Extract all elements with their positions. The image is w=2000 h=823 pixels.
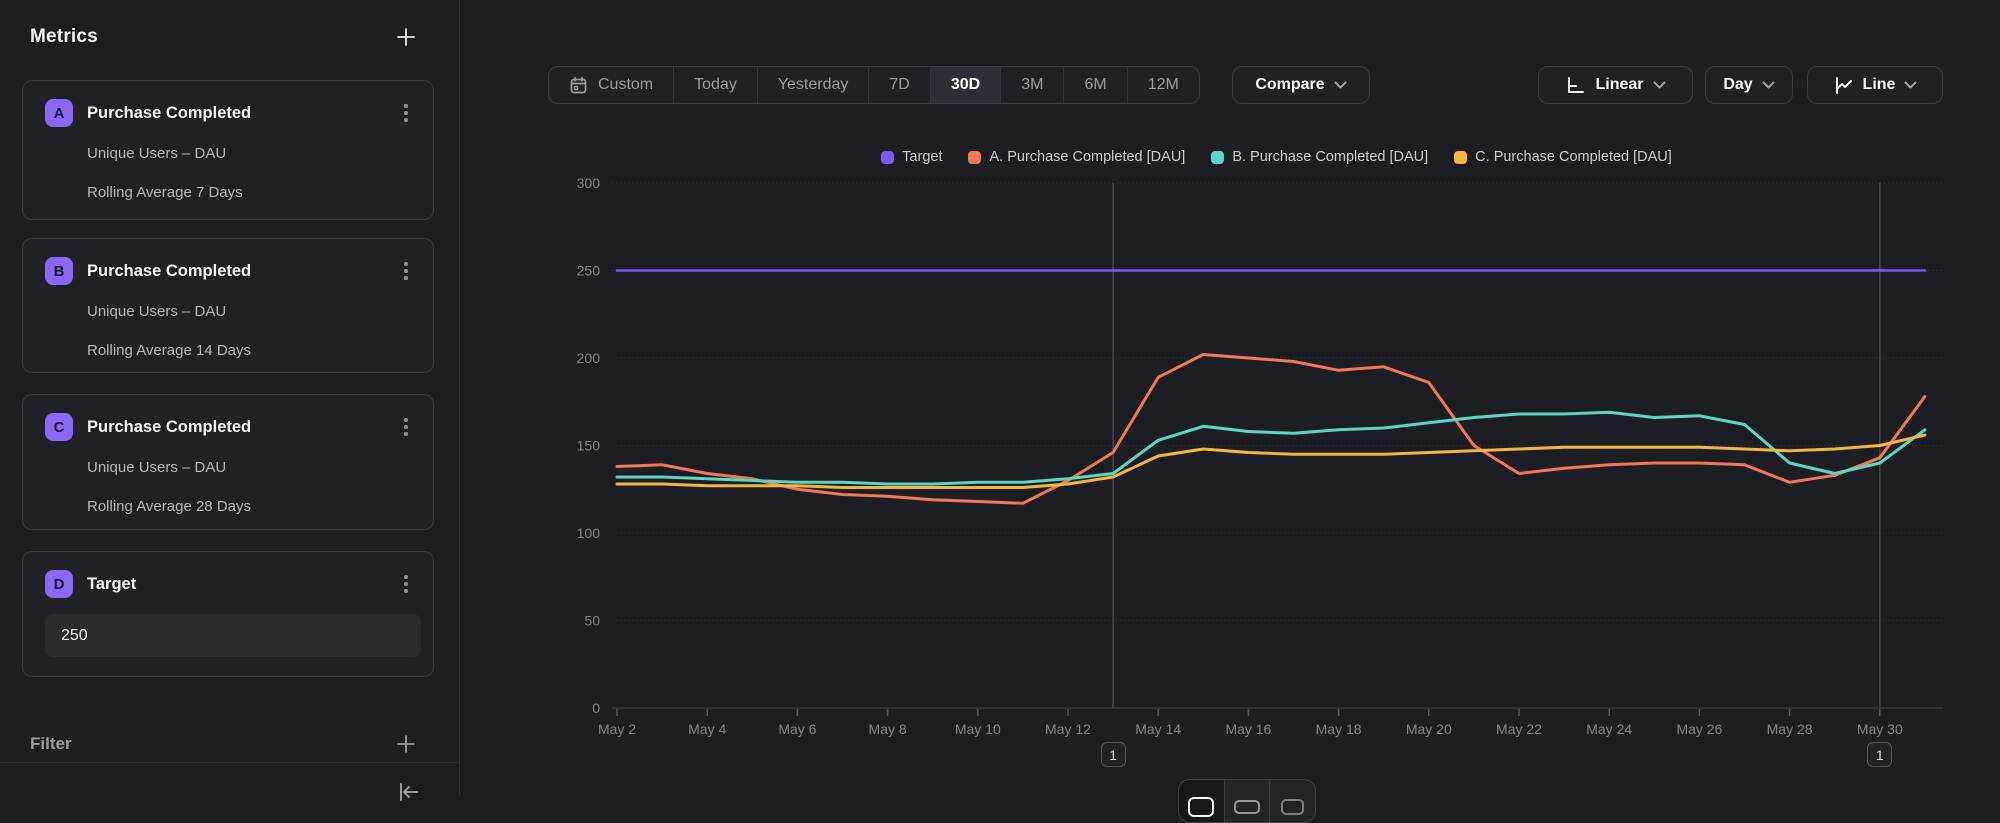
svg-text:May 20: May 20 bbox=[1406, 721, 1452, 737]
chart-plot[interactable]: 050100150200250300May 2May 4May 6May 8Ma… bbox=[0, 0, 2000, 796]
medium-chart-icon bbox=[1234, 800, 1260, 814]
svg-text:200: 200 bbox=[577, 350, 601, 366]
y-gridlines bbox=[612, 183, 1943, 708]
svg-text:May 2: May 2 bbox=[598, 721, 636, 737]
svg-text:May 22: May 22 bbox=[1496, 721, 1542, 737]
svg-text:May 16: May 16 bbox=[1225, 721, 1271, 737]
x-axis-ticks bbox=[617, 709, 1880, 716]
large-chart-icon bbox=[1188, 797, 1214, 817]
x-axis-labels: May 2 May 4 May 6 May 8 May 10 May 12 May 14 Ma… bbox=[598, 721, 1903, 737]
svg-text:May 6: May 6 bbox=[778, 721, 816, 737]
svg-text:100: 100 bbox=[577, 525, 601, 541]
annotation-badge-0[interactable]: 1 bbox=[1101, 742, 1126, 767]
svg-text:May 30: May 30 bbox=[1857, 721, 1903, 737]
svg-text:300: 300 bbox=[577, 175, 601, 191]
annotation-badge-1[interactable]: 1 bbox=[1867, 742, 1892, 767]
svg-text:May 4: May 4 bbox=[688, 721, 726, 737]
svg-text:May 8: May 8 bbox=[869, 721, 907, 737]
small-chart-icon bbox=[1281, 799, 1304, 815]
series-line-3 bbox=[617, 435, 1925, 488]
chart-size-medium-button[interactable] bbox=[1224, 780, 1270, 822]
svg-text:150: 150 bbox=[577, 438, 601, 454]
svg-text:May 12: May 12 bbox=[1045, 721, 1091, 737]
svg-text:May 10: May 10 bbox=[955, 721, 1001, 737]
svg-text:50: 50 bbox=[584, 613, 600, 629]
svg-text:May 26: May 26 bbox=[1676, 721, 1722, 737]
y-axis-labels: 0 50 100 150 200 250 300 bbox=[577, 175, 601, 716]
chart-size-large-button[interactable] bbox=[1179, 780, 1224, 822]
svg-text:May 24: May 24 bbox=[1586, 721, 1632, 737]
svg-text:May 28: May 28 bbox=[1767, 721, 1813, 737]
svg-text:May 18: May 18 bbox=[1316, 721, 1362, 737]
svg-text:250: 250 bbox=[577, 263, 601, 279]
svg-text:May 14: May 14 bbox=[1135, 721, 1181, 737]
chart-size-small-button[interactable] bbox=[1269, 780, 1315, 822]
chart-size-toolbar bbox=[1178, 779, 1316, 823]
svg-text:0: 0 bbox=[592, 700, 600, 716]
